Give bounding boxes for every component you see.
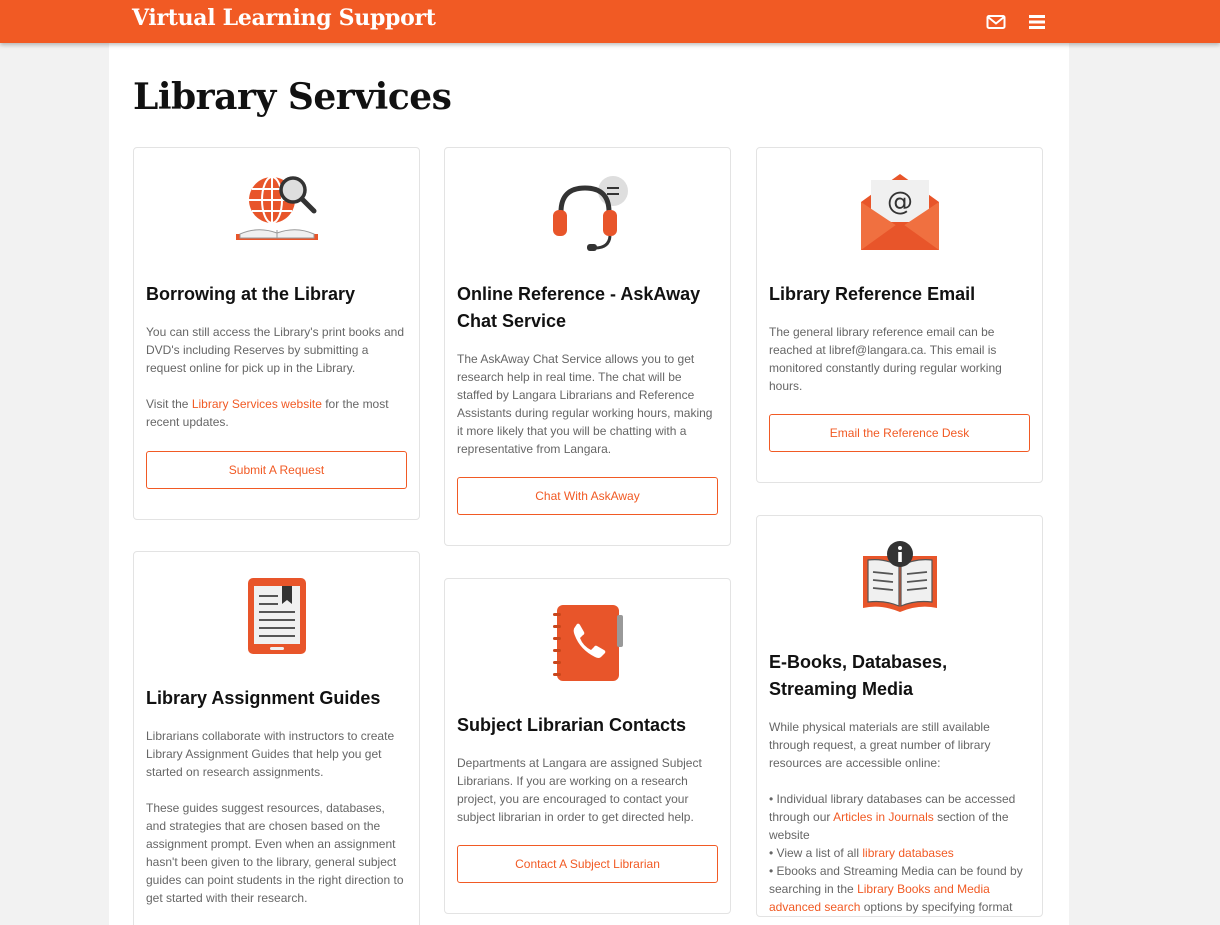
card-title: Online Reference - AskAway Chat Service	[457, 284, 701, 331]
page-title: Library Services	[133, 76, 452, 118]
chat-with-askaway-button[interactable]: Chat With AskAway	[457, 477, 718, 515]
card-title: Library Assignment Guides	[146, 688, 381, 708]
library-databases-link[interactable]: library databases	[862, 846, 953, 860]
info-book-icon	[862, 541, 937, 612]
card-askaway: Online Reference - AskAway Chat Service …	[444, 147, 731, 546]
articles-in-journals-link[interactable]: Articles in Journals	[833, 810, 934, 824]
phone-book-icon	[552, 605, 623, 681]
card-description: While physical materials are still avail…	[769, 720, 1023, 914]
library-services-website-link[interactable]: Library Services website	[192, 397, 322, 411]
svg-text:@: @	[887, 187, 913, 217]
submit-request-button[interactable]: Submit A Request	[146, 451, 407, 489]
top-navigation-bar: Virtual Learning Support	[0, 0, 1220, 43]
card-description: Librarians collaborate with instructors …	[146, 729, 404, 905]
card-borrowing: Borrowing at the Library You can still a…	[133, 147, 420, 520]
card-description: You can still access the Library's print…	[146, 325, 404, 429]
card-description: The AskAway Chat Service allows you to g…	[457, 352, 713, 456]
card-subject-librarian: Subject Librarian Contacts Departments a…	[444, 578, 731, 914]
card-ebooks-databases: E-Books, Databases, Streaming Media Whil…	[756, 515, 1043, 917]
card-description: Departments at Langara are assigned Subj…	[457, 756, 702, 824]
hamburger-menu-icon[interactable]	[1026, 11, 1048, 33]
envelope-at-icon: @	[860, 174, 939, 250]
card-assignment-guides: Library Assignment Guides Librarians col…	[133, 551, 420, 925]
card-title: E-Books, Databases, Streaming Media	[769, 652, 948, 699]
card-description: The general library reference email can …	[769, 325, 1002, 393]
card-title: Borrowing at the Library	[146, 284, 356, 304]
email-reference-desk-button[interactable]: Email the Reference Desk	[769, 414, 1030, 452]
site-brand[interactable]: Virtual Learning Support	[132, 5, 436, 31]
card-reference-email: @ Library Reference Email The general li…	[756, 147, 1043, 483]
ereader-icon	[247, 578, 306, 654]
headset-chat-icon	[552, 176, 628, 251]
card-title: Library Reference Email	[769, 284, 976, 304]
globe-book-magnifier-icon	[235, 176, 318, 240]
envelope-icon[interactable]	[985, 11, 1007, 33]
card-title: Subject Librarian Contacts	[457, 715, 687, 735]
contact-subject-librarian-button[interactable]: Contact A Subject Librarian	[457, 845, 718, 883]
main-content: Library Services Borrowing at the Librar…	[109, 43, 1069, 925]
